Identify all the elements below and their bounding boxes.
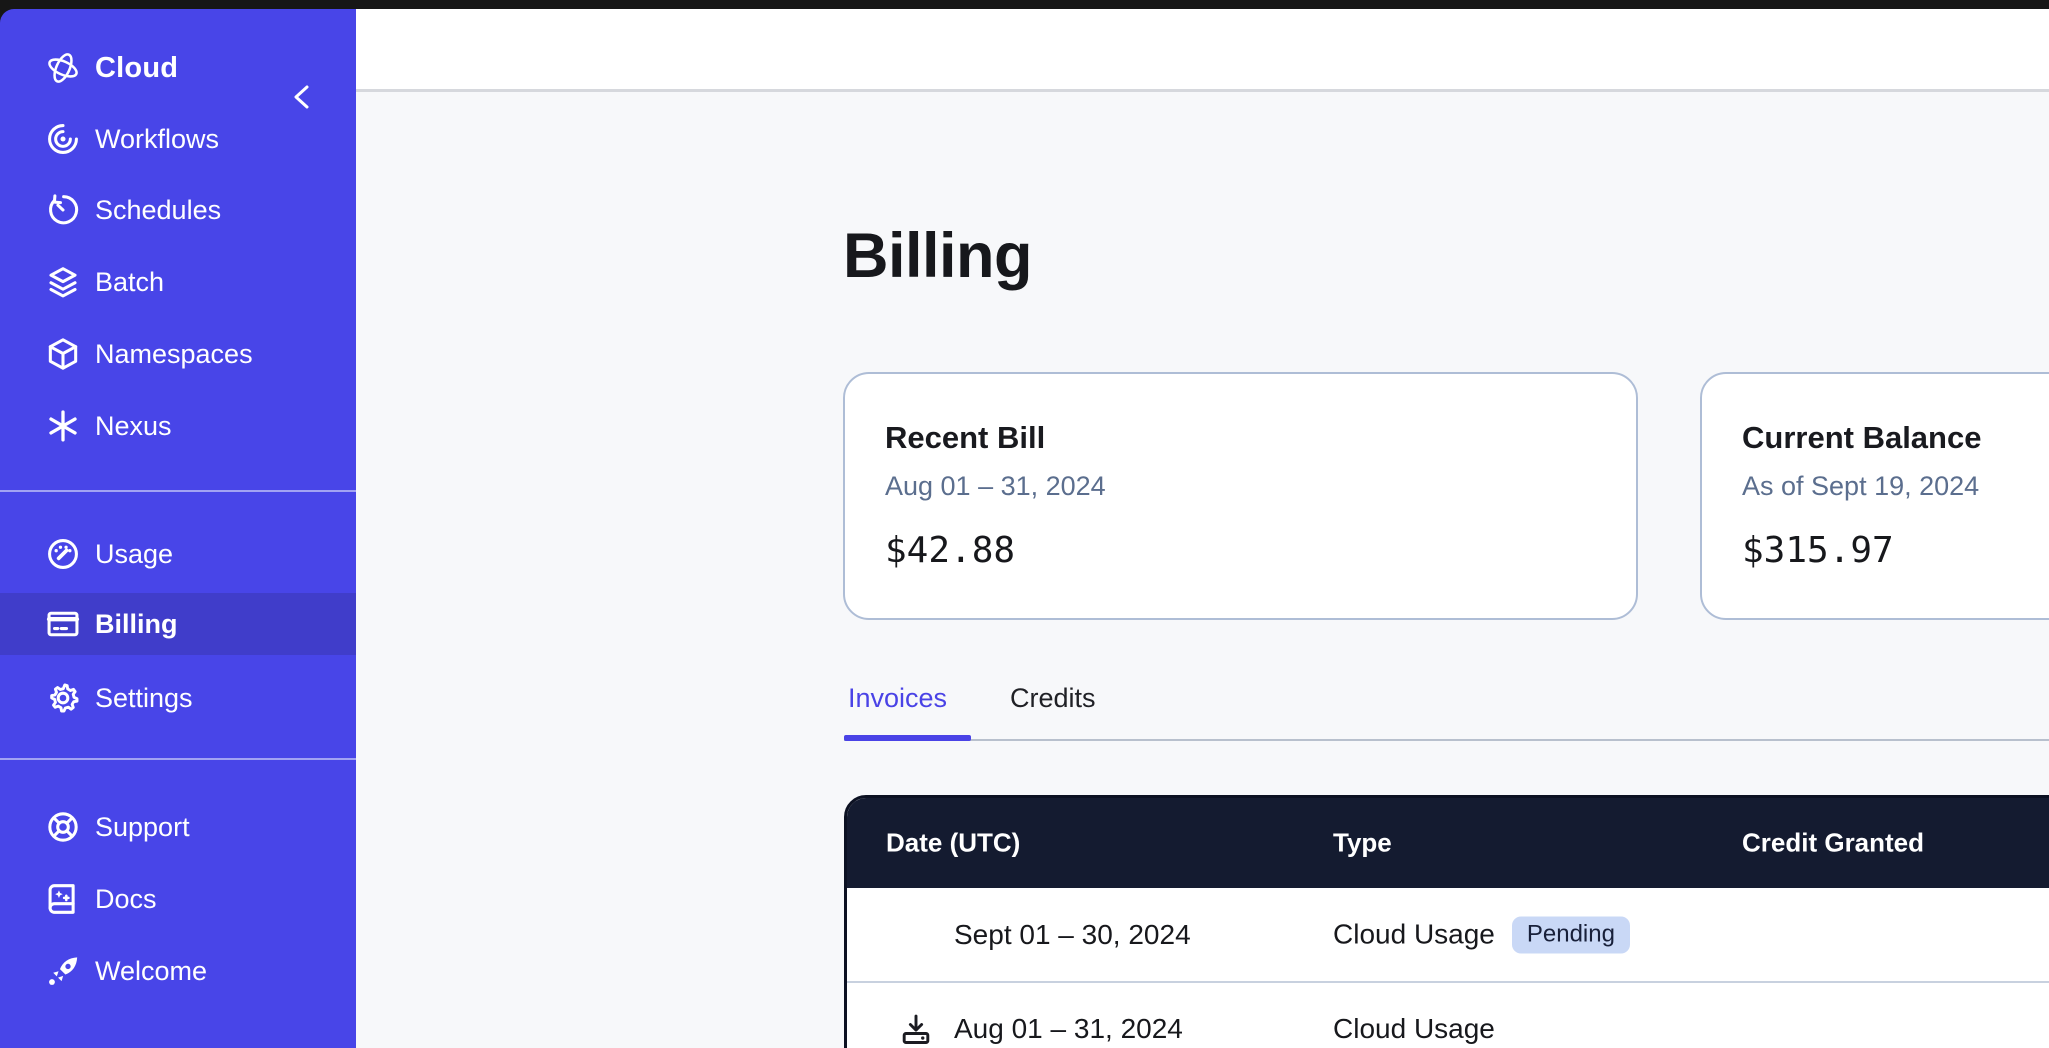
- sidebar-item-label: Welcome: [95, 956, 207, 987]
- current-balance-as-of: As of Sept 19, 2024: [1742, 471, 2049, 502]
- sidebar-item-label: Billing: [95, 609, 178, 640]
- sidebar-item-docs[interactable]: Docs: [0, 870, 356, 928]
- temporal-cloud-logo-icon: [44, 49, 82, 87]
- sidebar-item-label: Usage: [95, 539, 173, 570]
- sidebar-item-welcome[interactable]: Welcome: [0, 942, 356, 1000]
- table-row: Sept 01 – 30, 2024 Cloud Usage Pending: [847, 888, 2049, 981]
- sidebar-item-label: Docs: [95, 884, 157, 915]
- sidebar-divider: [0, 758, 356, 760]
- sidebar-item-label: Workflows: [95, 124, 219, 155]
- sidebar-item-workflows[interactable]: Workflows: [0, 110, 356, 168]
- app-window: Cloud Workflows: [0, 0, 2049, 1048]
- current-balance-amount: $315.97: [1742, 530, 2049, 571]
- schedules-icon: [44, 191, 82, 229]
- active-tab-indicator: [844, 735, 971, 741]
- sidebar-title: Cloud: [95, 52, 178, 85]
- current-balance-title: Current Balance: [1742, 420, 2049, 456]
- sidebar-item-label: Namespaces: [95, 339, 253, 370]
- sidebar-divider: [0, 490, 356, 492]
- download-invoice-icon[interactable]: [898, 1011, 934, 1047]
- status-badge: Pending: [1512, 916, 1630, 953]
- nexus-asterisk-icon: [44, 407, 82, 445]
- column-header-date: Date (UTC): [886, 828, 1020, 859]
- billing-card-icon: [44, 605, 82, 643]
- invoice-type-label: Cloud Usage: [1333, 1013, 1495, 1045]
- sidebar-item-label: Support: [95, 812, 190, 843]
- recent-bill-card: Recent Bill Aug 01 – 31, 2024 $42.88: [843, 372, 1638, 620]
- settings-gear-icon: [44, 679, 82, 717]
- invoice-date: Aug 01 – 31, 2024: [954, 1013, 1183, 1045]
- sidebar-item-label: Batch: [95, 267, 164, 298]
- sidebar-item-billing[interactable]: Billing: [0, 593, 356, 655]
- sidebar: Cloud Workflows: [0, 9, 356, 1048]
- invoice-date: Sept 01 – 30, 2024: [954, 919, 1191, 951]
- recent-bill-period: Aug 01 – 31, 2024: [885, 471, 1596, 502]
- tab-credits[interactable]: Credits: [1010, 683, 1096, 714]
- column-header-credit: Credit Granted: [1742, 828, 1924, 859]
- table-header: Date (UTC) Type Credit Granted: [847, 798, 2049, 888]
- welcome-rocket-icon: [44, 952, 82, 990]
- column-header-type: Type: [1333, 828, 1392, 859]
- recent-bill-title: Recent Bill: [885, 420, 1596, 456]
- sidebar-item-batch[interactable]: Batch: [0, 253, 356, 311]
- invoice-type: Cloud Usage: [1333, 1013, 1495, 1045]
- sidebar-item-namespaces[interactable]: Namespaces: [0, 325, 356, 383]
- sidebar-item-nexus[interactable]: Nexus: [0, 397, 356, 455]
- recent-bill-amount: $42.88: [885, 530, 1596, 571]
- workflows-icon: [44, 120, 82, 158]
- table-row: Aug 01 – 31, 2024 Cloud Usage: [847, 981, 2049, 1048]
- support-lifebuoy-icon: [44, 808, 82, 846]
- sidebar-item-label: Schedules: [95, 195, 221, 226]
- tabs-baseline: [844, 739, 2049, 741]
- invoice-type: Cloud Usage Pending: [1333, 916, 1630, 953]
- main-content: Billing Recent Bill Aug 01 – 31, 2024 $4…: [356, 9, 2049, 1048]
- sidebar-item-label: Settings: [95, 683, 193, 714]
- usage-gauge-icon: [44, 535, 82, 573]
- namespaces-cube-icon: [44, 335, 82, 373]
- invoice-type-label: Cloud Usage: [1333, 919, 1495, 951]
- batch-layers-icon: [44, 263, 82, 301]
- sidebar-header: Cloud: [0, 39, 356, 97]
- page-title: Billing: [843, 220, 1032, 292]
- collapse-sidebar-icon[interactable]: [288, 82, 316, 112]
- sidebar-item-schedules[interactable]: Schedules: [0, 181, 356, 239]
- sidebar-item-support[interactable]: Support: [0, 798, 356, 856]
- top-bar: [356, 9, 2049, 92]
- current-balance-card: Current Balance As of Sept 19, 2024 $315…: [1700, 372, 2049, 620]
- sidebar-item-usage[interactable]: Usage: [0, 525, 356, 583]
- docs-book-icon: [44, 880, 82, 918]
- sidebar-item-label: Nexus: [95, 411, 172, 442]
- invoices-table: Date (UTC) Type Credit Granted Sept 01 –…: [844, 795, 2049, 1048]
- tab-invoices[interactable]: Invoices: [848, 683, 947, 714]
- sidebar-item-settings[interactable]: Settings: [0, 669, 356, 727]
